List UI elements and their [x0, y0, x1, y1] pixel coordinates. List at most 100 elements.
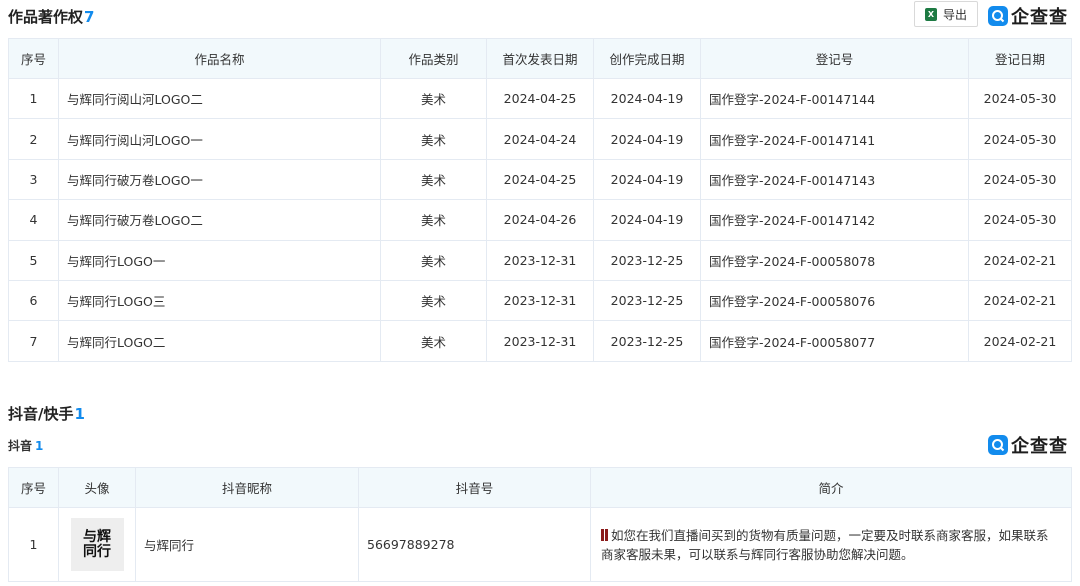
registration-number: 国作登字-2024-F-00147141: [700, 118, 969, 160]
qcc-logo-icon: [988, 435, 1008, 455]
completion-date: 2024-04-19: [593, 158, 701, 201]
col-registration-number[interactable]: 登记号: [700, 38, 969, 79]
excel-icon: X: [924, 7, 937, 21]
douyin-sub-title: 抖音: [8, 439, 33, 453]
col-work-category[interactable]: 作品类别: [380, 38, 487, 79]
registration-number: 国作登字-2024-F-00058076: [700, 279, 969, 322]
table-row: 6 与辉同行LOGO三 美术 2023-12-31 2023-12-25 国作登…: [8, 279, 1072, 322]
row-index: 5: [8, 239, 59, 281]
col-work-name[interactable]: 作品名称: [58, 38, 381, 79]
export-label: 导出: [942, 7, 967, 22]
registration-number: 国作登字-2024-F-00147144: [700, 77, 969, 120]
col-registration-date[interactable]: 登记日期: [968, 38, 1072, 79]
table-row: 3 与辉同行破万卷LOGO一 美术 2024-04-25 2024-04-19 …: [8, 158, 1072, 201]
row-index: 2: [8, 118, 59, 160]
work-category: 美术: [380, 199, 487, 241]
avatar[interactable]: 与辉 同行: [70, 518, 124, 571]
douyin-subtab[interactable]: 抖音 1: [8, 437, 43, 454]
completion-date: 2023-12-25: [593, 320, 701, 362]
registration-number: 国作登字-2024-F-00058078: [700, 239, 969, 281]
row-index: 1: [8, 507, 59, 582]
registration-date: 2024-02-21: [968, 279, 1072, 322]
work-name: 与辉同行LOGO三: [58, 279, 381, 322]
col-index[interactable]: 序号: [8, 467, 59, 508]
avatar-line-1: 与辉: [83, 528, 111, 545]
table-row: 2 与辉同行阅山河LOGO一 美术 2024-04-24 2024-04-19 …: [8, 118, 1072, 160]
registration-date: 2024-05-30: [968, 77, 1072, 120]
avatar-cell: 与辉 同行: [58, 507, 136, 582]
registration-number: 国作登字-2024-F-00058077: [700, 320, 969, 362]
registration-number: 国作登字-2024-F-00147143: [700, 158, 969, 201]
work-name: 与辉同行破万卷LOGO二: [58, 199, 381, 241]
first-publish-date: 2023-12-31: [486, 320, 594, 362]
registration-date: 2024-05-30: [968, 199, 1072, 241]
avatar-line-2: 同行: [83, 543, 111, 560]
first-publish-date: 2024-04-26: [486, 199, 594, 241]
first-publish-date: 2024-04-25: [486, 158, 594, 201]
row-index: 7: [8, 320, 59, 362]
douyin-kuaishou-count: 1: [74, 405, 85, 423]
douyin-intro-cell: 如您在我们直播间买到的货物有质量问题，一定要及时联系商家客服，如果联系商家客服未…: [590, 507, 1072, 582]
col-intro[interactable]: 简介: [590, 467, 1072, 508]
col-first-publish-date[interactable]: 首次发表日期: [486, 38, 594, 79]
registration-date: 2024-05-30: [968, 118, 1072, 160]
douyin-nickname: 与辉同行: [135, 507, 359, 582]
first-publish-date: 2023-12-31: [486, 279, 594, 322]
table-row: 1 与辉 同行 与辉同行 56697889278 如您在我们直播间买到的货物有质…: [8, 507, 1072, 582]
douyin-id: 56697889278: [358, 507, 591, 582]
export-button[interactable]: X 导出: [914, 1, 978, 27]
work-category: 美术: [380, 320, 487, 362]
work-name: 与辉同行LOGO二: [58, 320, 381, 362]
col-index[interactable]: 序号: [8, 38, 59, 79]
douyin-kuaishou-title: 抖音/快手: [8, 405, 74, 423]
work-category: 美术: [380, 118, 487, 160]
row-index: 3: [8, 158, 59, 201]
registration-date: 2024-02-21: [968, 320, 1072, 362]
registration-date: 2024-05-30: [968, 158, 1072, 201]
work-category: 美术: [380, 77, 487, 120]
table-row: 1 与辉同行阅山河LOGO二 美术 2024-04-25 2024-04-19 …: [8, 77, 1072, 120]
qcc-logo-text: 企查查: [1011, 436, 1068, 457]
marker-icon: [601, 528, 604, 541]
qcc-logo-text: 企查查: [1011, 7, 1068, 28]
copyright-section-title: 作品著作权7: [8, 6, 94, 27]
douyin-section-title: 抖音/快手1: [8, 403, 85, 424]
first-publish-date: 2024-04-24: [486, 118, 594, 160]
table-row: 4 与辉同行破万卷LOGO二 美术 2024-04-26 2024-04-19 …: [8, 199, 1072, 241]
douyin-sub-count: 1: [35, 439, 44, 453]
douyin-header-row: 序号 头像 抖音昵称 抖音号 简介: [8, 467, 1072, 508]
completion-date: 2024-04-19: [593, 199, 701, 241]
qcc-logo: 企查查: [988, 3, 1068, 29]
col-nickname[interactable]: 抖音昵称: [135, 467, 359, 508]
work-category: 美术: [380, 158, 487, 201]
completion-date: 2024-04-19: [593, 77, 701, 120]
work-name: 与辉同行LOGO一: [58, 239, 381, 281]
registration-number: 国作登字-2024-F-00147142: [700, 199, 969, 241]
row-index: 4: [8, 199, 59, 241]
col-avatar[interactable]: 头像: [58, 467, 136, 508]
copyright-count: 7: [84, 8, 95, 26]
first-publish-date: 2024-04-25: [486, 77, 594, 120]
douyin-intro: 如您在我们直播间买到的货物有质量问题，一定要及时联系商家客服，如果联系商家客服未…: [601, 527, 1049, 562]
marker-icon: [605, 528, 608, 541]
completion-date: 2023-12-25: [593, 279, 701, 322]
qcc-logo-icon: [988, 6, 1008, 26]
copyright-table: 序号 作品名称 作品类别 首次发表日期 创作完成日期 登记号 登记日期 1 与辉…: [8, 38, 1072, 362]
work-name: 与辉同行破万卷LOGO一: [58, 158, 381, 201]
work-name: 与辉同行阅山河LOGO一: [58, 118, 381, 160]
row-index: 1: [8, 77, 59, 120]
col-douyin-id[interactable]: 抖音号: [358, 467, 591, 508]
copyright-title: 作品著作权: [8, 8, 84, 26]
col-completion-date[interactable]: 创作完成日期: [593, 38, 701, 79]
work-name: 与辉同行阅山河LOGO二: [58, 77, 381, 120]
douyin-table: 序号 头像 抖音昵称 抖音号 简介 1 与辉 同行 与辉同行 566978892…: [8, 467, 1072, 582]
qcc-logo-2: 企查查: [988, 432, 1068, 458]
completion-date: 2023-12-25: [593, 239, 701, 281]
work-category: 美术: [380, 239, 487, 281]
completion-date: 2024-04-19: [593, 118, 701, 160]
first-publish-date: 2023-12-31: [486, 239, 594, 281]
copyright-header-row: 序号 作品名称 作品类别 首次发表日期 创作完成日期 登记号 登记日期: [8, 38, 1072, 79]
row-index: 6: [8, 279, 59, 322]
table-row: 7 与辉同行LOGO二 美术 2023-12-31 2023-12-25 国作登…: [8, 320, 1072, 362]
work-category: 美术: [380, 279, 487, 322]
